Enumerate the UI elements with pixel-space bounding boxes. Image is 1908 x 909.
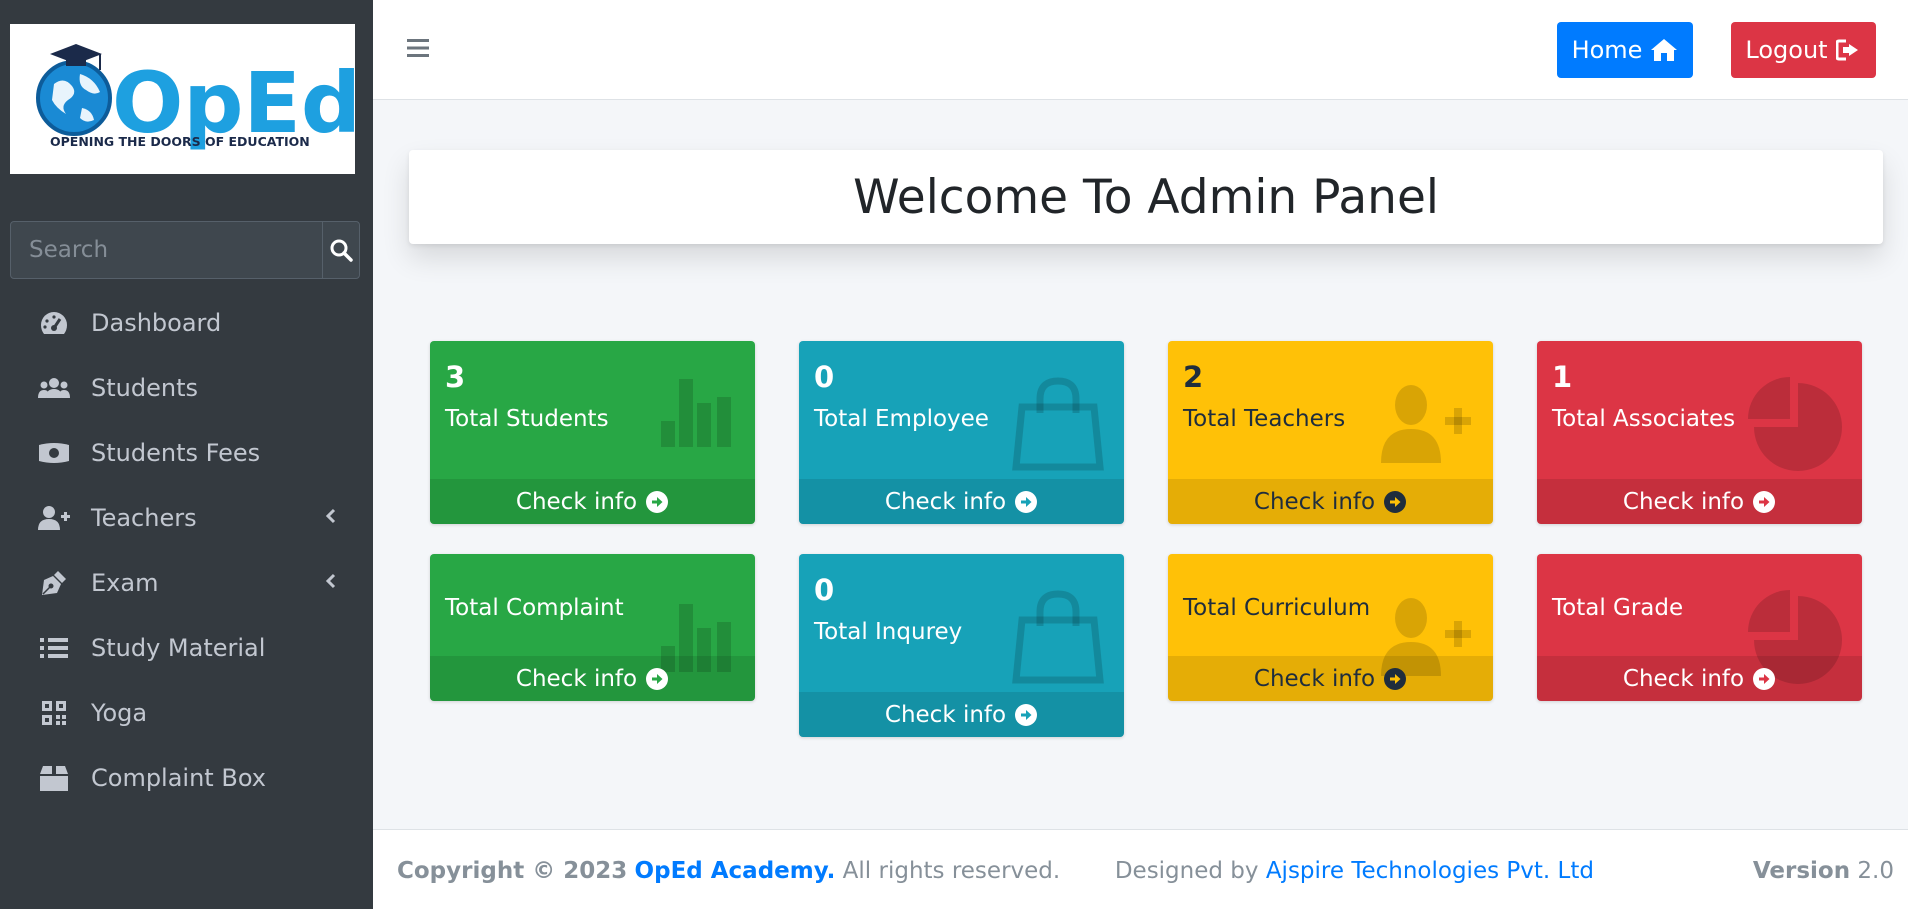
check-info-label: Check info xyxy=(1622,488,1745,515)
version-value: 2.0 xyxy=(1857,858,1894,884)
arrow-circle-right-icon xyxy=(1753,490,1776,513)
home-icon xyxy=(1651,39,1678,61)
sidebar-item-label: Students Fees xyxy=(91,438,261,467)
money-bill-icon xyxy=(38,437,70,469)
arrow-circle-right-icon xyxy=(1015,703,1038,726)
copyright-text: Copyright © 2023 xyxy=(397,858,628,884)
page-footer: Copyright © 2023 OpEd Academy. All right… xyxy=(373,829,1908,909)
check-info-link[interactable]: Check info xyxy=(799,692,1124,737)
sidebar-item-label: Teachers xyxy=(91,503,197,532)
search-icon xyxy=(330,239,353,262)
box-icon xyxy=(38,762,70,794)
logout-button-label: Logout xyxy=(1745,36,1828,64)
user-plus-icon xyxy=(1381,385,1471,463)
stat-box-total-grade: Total Grade Check info xyxy=(1537,554,1862,701)
shopping-bag-icon xyxy=(1012,377,1104,471)
page-title: Welcome To Admin Panel xyxy=(853,169,1439,225)
tachometer-icon xyxy=(38,307,70,339)
check-info-label: Check info xyxy=(515,488,638,515)
check-info-label: Check info xyxy=(1253,488,1376,515)
sign-out-icon xyxy=(1835,39,1858,61)
search-input[interactable] xyxy=(11,222,322,278)
check-info-link[interactable]: Check info xyxy=(799,479,1124,524)
sidebar-nav: Dashboard Students Students Fees Teacher… xyxy=(0,290,373,810)
sidebar-item-study-material[interactable]: Study Material xyxy=(0,615,373,680)
check-info-label: Check info xyxy=(884,488,1007,515)
welcome-card: Welcome To Admin Panel xyxy=(409,150,1883,244)
stat-box-total-associates: 1 Total Associates Check info xyxy=(1537,341,1862,524)
stat-box-total-complaint: Total Complaint Check info xyxy=(430,554,755,701)
arrow-circle-right-icon xyxy=(1015,490,1038,513)
designer-link[interactable]: Ajspire Technologies Pvt. Ltd xyxy=(1266,858,1594,884)
sidebar-item-label: Yoga xyxy=(91,698,148,727)
version-label: Version xyxy=(1752,858,1851,884)
arrow-circle-right-icon xyxy=(1384,490,1407,513)
pie-chart-icon xyxy=(1748,377,1842,471)
arrow-circle-right-icon xyxy=(1384,667,1407,690)
rights-text: All rights reserved. xyxy=(842,858,1061,884)
user-plus-icon xyxy=(38,502,70,534)
stat-box-total-employee: 0 Total Employee Check info xyxy=(799,341,1124,524)
sidebar-item-label: Complaint Box xyxy=(91,763,266,792)
sidebar-search xyxy=(10,221,360,279)
hamburger-icon[interactable] xyxy=(407,38,429,58)
qrcode-icon xyxy=(38,697,70,729)
chevron-left-icon[interactable] xyxy=(325,507,337,525)
home-button-label: Home xyxy=(1571,36,1643,64)
bar-chart-icon xyxy=(661,379,731,447)
check-info-label: Check info xyxy=(1253,665,1376,692)
footer-version: Version 2.0 xyxy=(1753,858,1894,884)
stat-box-total-teachers: 2 Total Teachers Check info xyxy=(1168,341,1493,524)
check-info-label: Check info xyxy=(1622,665,1745,692)
check-info-label: Check info xyxy=(515,665,638,692)
check-info-link[interactable]: Check info xyxy=(1537,656,1862,701)
sidebar-item-exam[interactable]: Exam xyxy=(0,550,373,615)
brand-logo[interactable]: OpEd OPENING THE DOORS OF EDUCATION xyxy=(10,24,355,174)
sidebar-item-label: Exam xyxy=(91,568,159,597)
sidebar-item-label: Dashboard xyxy=(91,308,222,337)
arrow-circle-right-icon xyxy=(1753,667,1776,690)
sidebar-item-students-fees[interactable]: Students Fees xyxy=(0,420,373,485)
oped-logo-icon: OpEd OPENING THE DOORS OF EDUCATION xyxy=(36,44,355,152)
pen-nib-icon xyxy=(38,567,70,599)
sidebar-item-teachers[interactable]: Teachers xyxy=(0,485,373,550)
designed-by-text: Designed by xyxy=(1114,858,1259,884)
sidebar-item-label: Students xyxy=(91,373,198,402)
sidebar: OpEd OPENING THE DOORS OF EDUCATION Dash… xyxy=(0,0,373,909)
sidebar-item-yoga[interactable]: Yoga xyxy=(0,680,373,745)
search-button[interactable] xyxy=(322,222,359,278)
list-icon xyxy=(38,632,70,664)
sidebar-item-dashboard[interactable]: Dashboard xyxy=(0,290,373,355)
check-info-link[interactable]: Check info xyxy=(1168,479,1493,524)
check-info-label: Check info xyxy=(884,701,1007,728)
chevron-left-icon[interactable] xyxy=(325,572,337,590)
users-icon xyxy=(38,372,70,404)
shopping-bag-icon xyxy=(1012,590,1104,684)
footer-copyright: Copyright © 2023 OpEd Academy. All right… xyxy=(397,858,1594,884)
sidebar-item-complaint-box[interactable]: Complaint Box xyxy=(0,745,373,810)
stat-box-total-curriculum: Total Curriculum Check info xyxy=(1168,554,1493,701)
arrow-circle-right-icon xyxy=(646,490,669,513)
home-button[interactable]: Home xyxy=(1557,22,1693,78)
check-info-link[interactable]: Check info xyxy=(1168,656,1493,701)
arrow-circle-right-icon xyxy=(646,667,669,690)
top-navbar: Home Logout xyxy=(373,0,1908,100)
sidebar-item-students[interactable]: Students xyxy=(0,355,373,420)
org-link[interactable]: OpEd Academy. xyxy=(635,858,836,884)
logout-button[interactable]: Logout xyxy=(1731,22,1876,78)
sidebar-item-label: Study Material xyxy=(91,633,266,662)
check-info-link[interactable]: Check info xyxy=(430,479,755,524)
stat-box-total-students: 3 Total Students Check info xyxy=(430,341,755,524)
stat-box-total-inquiry: 0 Total Inqurey Check info xyxy=(799,554,1124,737)
check-info-link[interactable]: Check info xyxy=(1537,479,1862,524)
check-info-link[interactable]: Check info xyxy=(430,656,755,701)
logo-tagline: OPENING THE DOORS OF EDUCATION xyxy=(50,134,310,149)
